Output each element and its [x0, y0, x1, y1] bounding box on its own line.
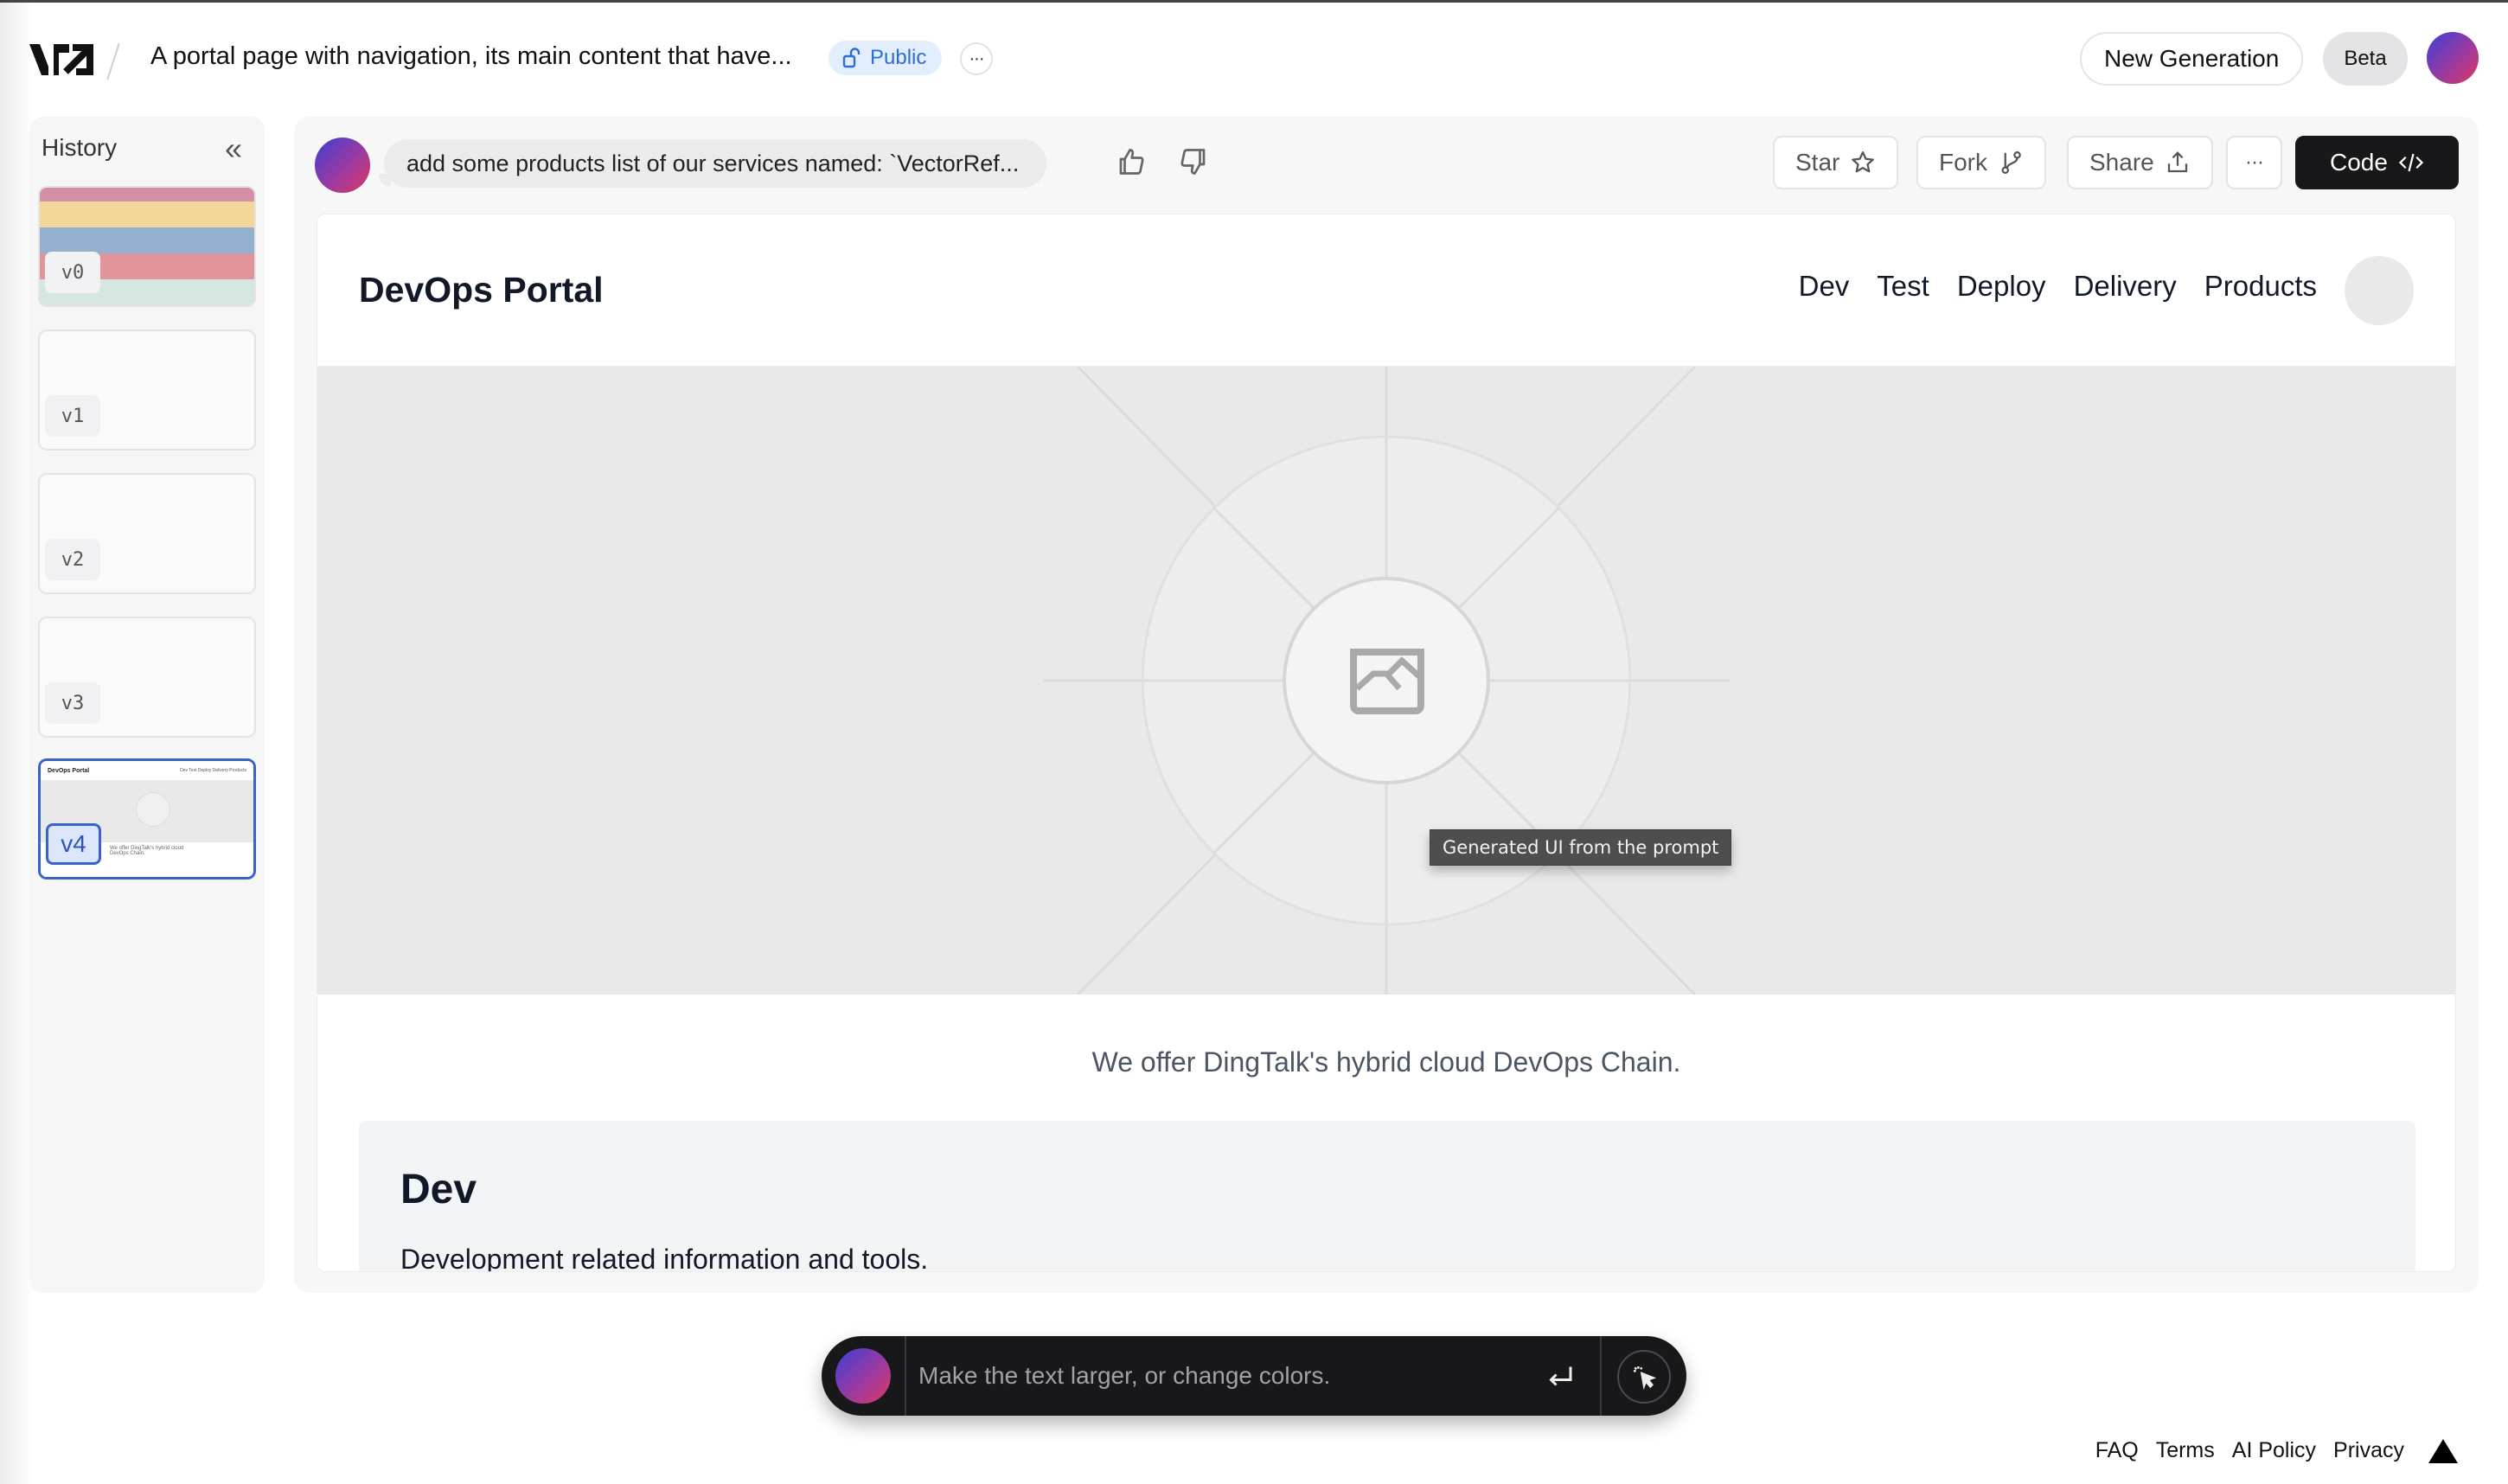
new-generation-button[interactable]: New Generation: [2080, 32, 2304, 86]
site-title: DevOps Portal: [359, 270, 604, 310]
version-label: v1: [45, 395, 100, 437]
version-card-v0[interactable]: v0: [38, 186, 256, 307]
version-label: v4: [46, 823, 101, 865]
code-button[interactable]: Code: [2295, 136, 2459, 189]
version-card-v1[interactable]: v1: [38, 329, 256, 451]
fork-button[interactable]: Fork: [1916, 136, 2046, 189]
section-description: Development related information and tool…: [400, 1244, 929, 1272]
star-button[interactable]: Star: [1773, 136, 1899, 189]
nav-link-dev[interactable]: Dev: [1799, 270, 1850, 303]
footer-link-faq[interactable]: FAQ: [2095, 1438, 2139, 1463]
more-options-button[interactable]: ···: [2226, 136, 2282, 189]
top-bar: A portal page with navigation, its main …: [0, 3, 2508, 113]
hero-image-placeholder: Generated UI from the prompt: [317, 367, 2455, 995]
code-icon: [2398, 153, 2424, 172]
share-label: Share: [2089, 149, 2154, 176]
tagline: We offer DingTalk's hybrid cloud DevOps …: [1091, 1046, 1681, 1078]
thumbs-down-icon[interactable]: [1178, 146, 1209, 177]
nav-link-test[interactable]: Test: [1877, 270, 1929, 303]
site-header: DevOps Portal Dev Test Deploy Delivery P…: [317, 214, 2455, 367]
version-label: v0: [45, 252, 100, 293]
placeholder-graphic: [1043, 367, 1730, 995]
section-card-dev: Dev Development related information and …: [359, 1121, 2415, 1272]
share-icon: [2167, 151, 2187, 173]
element-select-button[interactable]: [1617, 1350, 1671, 1404]
hero-tooltip: Generated UI from the prompt: [1430, 829, 1732, 866]
generated-preview[interactable]: DevOps Portal Dev Test Deploy Delivery P…: [317, 214, 2456, 1272]
footer: FAQ Terms AI Policy Privacy: [2095, 1438, 2458, 1463]
vercel-logo-icon[interactable]: [2428, 1438, 2458, 1463]
version-label: v3: [45, 682, 100, 724]
breadcrumb-separator: [106, 42, 120, 80]
project-more-button[interactable]: ···: [960, 42, 993, 75]
main-panel: add some products list of our services n…: [294, 117, 2479, 1293]
version-card-v4[interactable]: DevOps Portal Dev Test Deploy Delivery P…: [38, 758, 256, 880]
visibility-label: Public: [870, 46, 927, 69]
chat-divider: [905, 1336, 906, 1416]
version-label: v2: [45, 539, 100, 580]
thumb-nav: Dev Test Deploy Delivery Products: [180, 768, 246, 773]
star-label: Star: [1795, 149, 1840, 176]
footer-link-ai-policy[interactable]: AI Policy: [2232, 1438, 2316, 1463]
thumb-band: [40, 201, 254, 228]
share-button[interactable]: Share: [2067, 136, 2213, 189]
unlock-icon: [842, 48, 861, 68]
chat-divider: [1600, 1336, 1602, 1416]
thumbs-up-icon[interactable]: [1116, 146, 1147, 177]
chat-bar: [822, 1336, 1686, 1416]
prompt-author-avatar: [315, 138, 370, 193]
beta-badge[interactable]: Beta: [2323, 32, 2408, 86]
thumb-band: [40, 227, 254, 254]
thumb-title: DevOps Portal: [48, 767, 90, 774]
star-icon: [1852, 151, 1875, 173]
history-sidebar: History « v0 v1 v2 v3 DevOps Portal Dev …: [29, 117, 265, 1293]
project-title[interactable]: A portal page with navigation, its main …: [150, 42, 792, 71]
fork-icon: [2001, 151, 2021, 174]
chat-user-avatar: [835, 1348, 891, 1404]
v0-logo[interactable]: [28, 37, 97, 79]
chat-input[interactable]: [918, 1355, 1472, 1397]
visibility-badge[interactable]: Public: [829, 41, 943, 75]
thumb-header: DevOps Portal Dev Test Deploy Delivery P…: [41, 761, 253, 780]
user-avatar[interactable]: [2427, 32, 2479, 84]
nav-link-deploy[interactable]: Deploy: [1957, 270, 2046, 303]
cursor-click-icon: [1634, 1366, 1657, 1391]
code-label: Code: [2330, 149, 2388, 176]
version-card-v3[interactable]: v3: [38, 617, 256, 738]
history-title: History: [42, 134, 118, 161]
site-avatar[interactable]: [2345, 256, 2414, 325]
enter-icon[interactable]: [1545, 1360, 1576, 1391]
more-icon: ···: [2245, 150, 2264, 174]
section-title: Dev: [400, 1167, 477, 1212]
collapse-sidebar-icon[interactable]: «: [225, 131, 242, 167]
footer-link-terms[interactable]: Terms: [2156, 1438, 2215, 1463]
footer-link-privacy[interactable]: Privacy: [2333, 1438, 2404, 1463]
prompt-bubble[interactable]: add some products list of our services n…: [378, 139, 1047, 188]
nav-link-delivery[interactable]: Delivery: [2074, 270, 2177, 303]
thumb-band: [40, 188, 254, 202]
site-nav: Dev Test Deploy Delivery Products: [1799, 270, 2317, 303]
fork-label: Fork: [1939, 149, 1987, 176]
nav-link-products[interactable]: Products: [2204, 270, 2317, 303]
version-card-v2[interactable]: v2: [38, 473, 256, 594]
